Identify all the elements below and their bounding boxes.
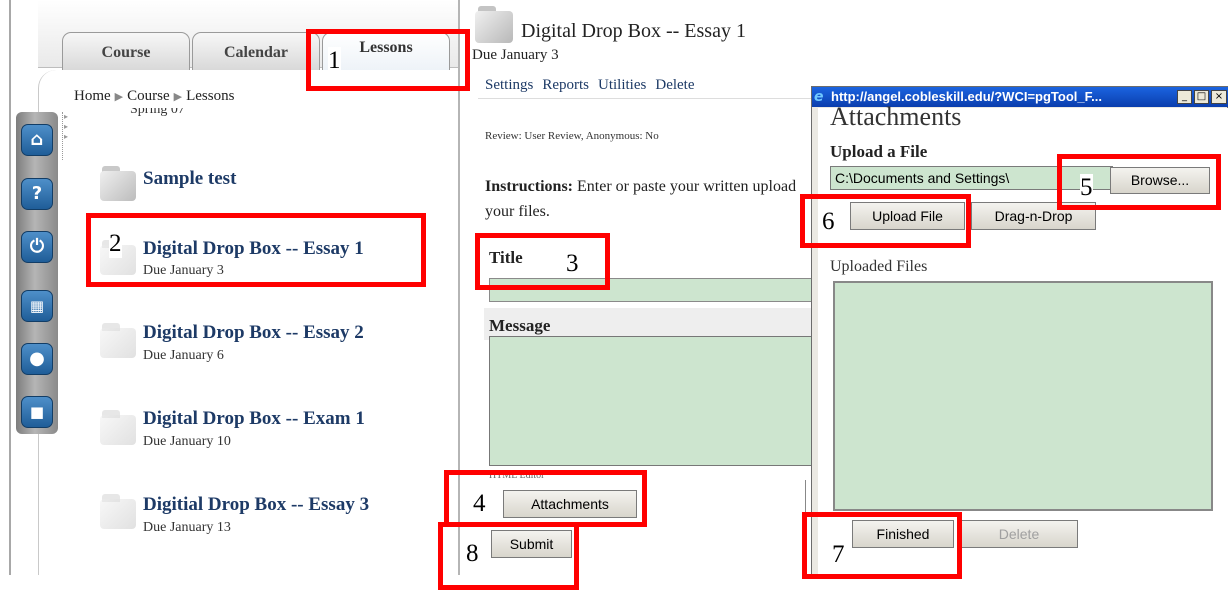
breadcrumb-course[interactable]: Course	[127, 88, 170, 104]
truncated-item-text: Spring 07	[130, 108, 185, 117]
message-textarea[interactable]	[489, 336, 818, 466]
menu-utilities[interactable]: Utilities	[598, 77, 646, 93]
collapse-handle[interactable]: ▸ ▸ ▸	[62, 112, 69, 160]
browser-icon: e	[814, 89, 824, 105]
arrow-right-icon: ▸	[64, 132, 69, 141]
panel-border	[9, 0, 11, 575]
page-title: Digital Drop Box -- Essay 1	[521, 20, 746, 42]
breadcrumb-lessons[interactable]: Lessons	[186, 88, 234, 104]
upload-label: Upload a File	[830, 142, 928, 161]
close-icon[interactable]: ×	[1211, 90, 1227, 104]
step-number-2: 2	[109, 230, 122, 258]
user-icon[interactable]: ●	[21, 343, 53, 375]
step-number-1: 1	[328, 47, 341, 75]
delete-button: Delete	[960, 520, 1078, 548]
folder-icon[interactable]: ▦	[21, 290, 53, 322]
lesson-link-sample-test[interactable]: Sample test	[143, 168, 236, 190]
maximize-icon[interactable]: □	[1194, 90, 1209, 104]
breadcrumb: Home ▶ Course ▶ Lessons	[74, 88, 234, 105]
annotation-box-3	[475, 233, 610, 290]
step-number-5: 5	[1080, 174, 1093, 202]
lesson-link-essay-3[interactable]: Digitial Drop Box -- Essay 3	[143, 494, 369, 516]
breadcrumb-separator-icon: ▶	[173, 91, 183, 103]
menu-delete[interactable]: Delete	[655, 77, 694, 93]
step-number-6: 6	[822, 208, 835, 236]
folder-icon	[100, 166, 138, 202]
breadcrumb-home[interactable]: Home	[74, 88, 111, 104]
menu-divider	[478, 98, 818, 99]
annotation-box-2	[86, 213, 426, 287]
attachments-heading: Attachments	[830, 102, 962, 131]
arrow-right-icon: ▸	[64, 112, 69, 121]
tab-course[interactable]: Course	[62, 32, 190, 70]
menu-settings[interactable]: Settings	[485, 77, 533, 93]
breadcrumb-separator-icon: ▶	[114, 91, 124, 103]
folder-icon	[100, 410, 138, 446]
folder-icon	[475, 6, 515, 44]
lesson-link-essay-2[interactable]: Digital Drop Box -- Essay 2	[143, 322, 364, 344]
step-number-4: 4	[473, 490, 486, 518]
step-number-3: 3	[566, 250, 579, 278]
minimize-icon[interactable]: _	[1177, 90, 1192, 104]
power-icon[interactable]: ⏻	[21, 231, 53, 263]
lesson-link-exam-1[interactable]: Digital Drop Box -- Exam 1	[143, 408, 365, 430]
folder-icon	[100, 323, 138, 359]
annotation-box-8	[438, 522, 579, 590]
annotation-box-7	[802, 512, 962, 579]
lesson-due-date: Due January 10	[143, 434, 231, 449]
instructions-text: Instructions: Enter or paste your writte…	[485, 174, 810, 224]
lesson-due-date: Due January 6	[143, 348, 224, 363]
folder-icon	[100, 494, 138, 530]
chat-icon[interactable]: ■	[21, 396, 53, 428]
uploaded-files-list[interactable]	[833, 281, 1213, 511]
instructions-label: Instructions:	[485, 178, 574, 195]
tool-icon-bar	[16, 112, 58, 434]
message-label: Message	[489, 316, 551, 335]
help-icon[interactable]: ?	[21, 178, 53, 210]
due-date: Due January 3	[472, 47, 559, 63]
step-number-8: 8	[466, 540, 479, 568]
review-settings-text: Review: User Review, Anonymous: No	[485, 130, 659, 142]
step-number-7: 7	[832, 541, 845, 569]
lesson-due-date: Due January 13	[143, 520, 231, 535]
arrow-right-icon: ▸	[64, 122, 69, 131]
tab-calendar[interactable]: Calendar	[192, 32, 320, 70]
menu-reports[interactable]: Reports	[542, 77, 589, 93]
action-menu: Settings Reports Utilities Delete	[485, 77, 704, 94]
home-icon[interactable]: ⌂	[21, 124, 53, 156]
uploaded-files-label: Uploaded Files	[830, 258, 928, 275]
